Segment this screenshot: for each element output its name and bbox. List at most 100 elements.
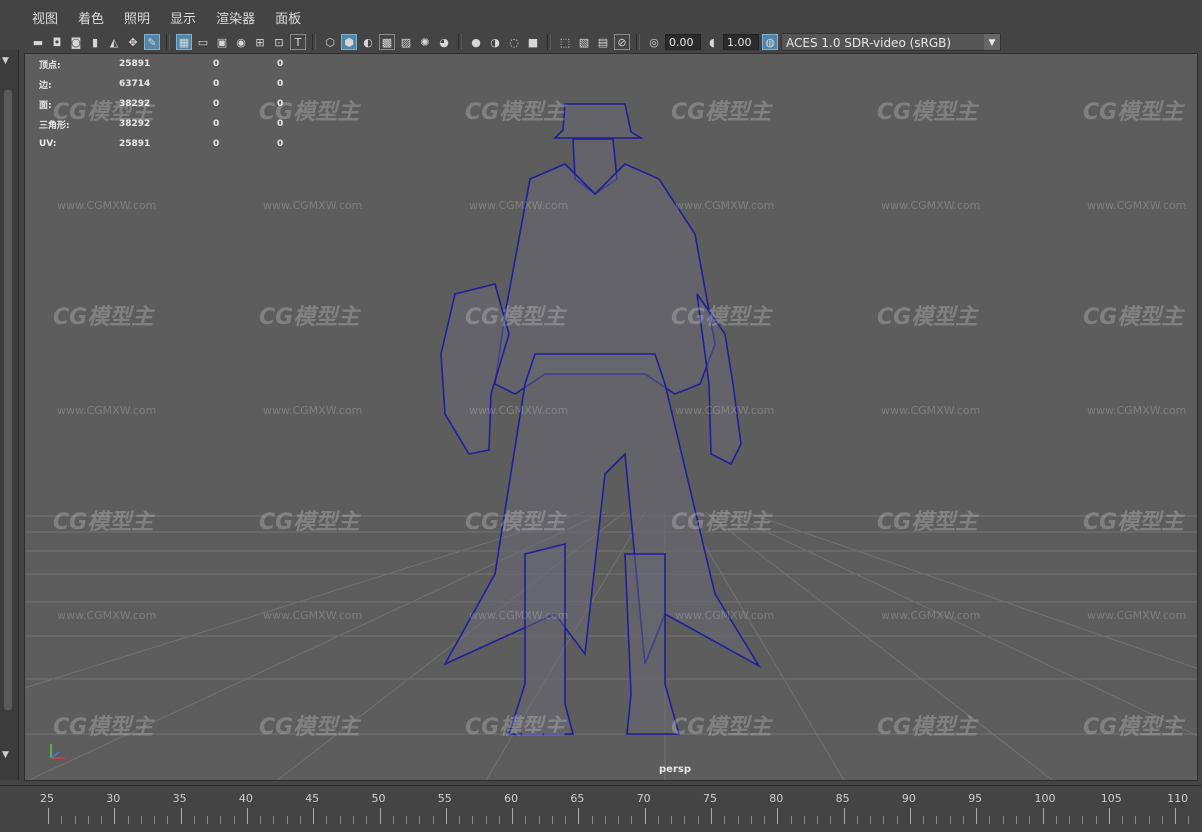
screen-space-ao-icon[interactable]: ● — [468, 34, 484, 50]
gamma-icon[interactable]: ◖ — [704, 34, 720, 50]
depth-of-field-icon[interactable]: ■ — [525, 34, 541, 50]
timeline-minor-tick — [433, 816, 434, 824]
hud-value: 0 — [277, 59, 317, 69]
motion-blur-icon[interactable]: ◑ — [487, 34, 503, 50]
timeline-minor-tick — [618, 816, 619, 824]
hud-label: 三角形: — [39, 118, 119, 131]
timeline-minor-tick — [539, 816, 540, 824]
timeline-minor-tick — [1056, 816, 1057, 824]
menu-panels[interactable]: 面板 — [265, 9, 311, 31]
timeline-minor-tick — [936, 816, 937, 824]
timeline-minor-tick — [963, 816, 964, 824]
timeline-tick-label: 35 — [173, 792, 187, 805]
timeline-minor-tick — [1188, 816, 1189, 824]
menu-shading[interactable]: 着色 — [68, 9, 114, 31]
toolbar-divider — [166, 34, 170, 50]
timeline-minor-tick — [75, 816, 76, 824]
timeline-tick-label: 95 — [968, 792, 982, 805]
timeline-minor-tick — [154, 816, 155, 824]
exposure-icon[interactable]: ◎ — [646, 34, 662, 50]
color-management-icon[interactable]: ◍ — [762, 34, 778, 50]
exposure-field[interactable]: 0.00 — [665, 34, 701, 50]
film-gate-icon[interactable]: ▭ — [195, 34, 211, 50]
timeline-tick-mark — [512, 808, 513, 824]
timeline-tick-label: 30 — [106, 792, 120, 805]
hud-value: 63714 — [119, 79, 213, 89]
shadows-icon[interactable]: ◕ — [436, 34, 452, 50]
color-space-value: ACES 1.0 SDR-video (sRGB) — [786, 34, 951, 50]
timeline-tick-label: 85 — [836, 792, 850, 805]
timeline-minor-tick — [472, 816, 473, 824]
hud-value: 0 — [277, 139, 317, 149]
timeline-minor-tick — [419, 816, 420, 824]
timeline-minor-tick — [724, 816, 725, 824]
scroll-up-icon[interactable]: ▼ — [2, 56, 9, 66]
resolution-gate-icon[interactable]: ▣ — [214, 34, 230, 50]
panel-toolbar: ▬ ◘ ◙ ▮ ◭ ✥ ✎ ▦ ▭ ▣ ◉ ⊞ ⊡ T ⬡ ⬢ ◐ ▩ ▨ ✺ … — [22, 31, 1202, 53]
multisample-aa-icon[interactable]: ◌ — [506, 34, 522, 50]
field-chart-icon[interactable]: ⊞ — [252, 34, 268, 50]
xray-active-components-icon[interactable]: ⊘ — [614, 34, 630, 50]
timeline-minor-tick — [167, 816, 168, 824]
timeline-tick-label: 60 — [504, 792, 518, 805]
timeline-minor-tick — [565, 816, 566, 824]
timeline-minor-tick — [1069, 816, 1070, 824]
timeline-minor-tick — [751, 816, 752, 824]
timeline-tick-mark — [844, 808, 845, 824]
gamma-field[interactable]: 1.00 — [723, 34, 759, 50]
timeline-minor-tick — [340, 816, 341, 824]
timeline-minor-tick — [300, 816, 301, 824]
menu-lighting[interactable]: 照明 — [114, 9, 160, 31]
timeline-minor-tick — [459, 816, 460, 824]
timeline-tick-mark — [910, 808, 911, 824]
lock-camera-icon[interactable]: ◘ — [49, 34, 65, 50]
default-material-icon[interactable]: ◐ — [360, 34, 376, 50]
perspective-viewport[interactable]: 顶点: 25891 0 0 边: 63714 0 0 面: 38292 0 0 … — [24, 53, 1198, 781]
safe-title-icon[interactable]: T — [290, 34, 306, 50]
hud-value: 38292 — [119, 99, 213, 109]
timeline-tick-label: 110 — [1167, 792, 1188, 805]
image-plane-icon[interactable]: ◭ — [106, 34, 122, 50]
toolbar-divider — [458, 34, 462, 50]
timeline-minor-tick — [698, 816, 699, 824]
use-lights-icon[interactable]: ✺ — [417, 34, 433, 50]
grid-icon[interactable]: ▦ — [176, 34, 192, 50]
timeline-minor-tick — [128, 816, 129, 824]
timeline-tick-mark — [313, 808, 314, 824]
camera-name-label: persp — [659, 764, 691, 775]
grease-pencil-icon[interactable]: ✎ — [144, 34, 160, 50]
time-ruler[interactable]: 253035404550556065707580859095100105110 — [0, 786, 1202, 832]
menu-view[interactable]: 视图 — [22, 9, 68, 31]
timeline-minor-tick — [950, 816, 951, 824]
timeline-tick-mark — [711, 808, 712, 824]
camera-icon[interactable]: ▬ — [30, 34, 46, 50]
camera-attributes-icon[interactable]: ◙ — [68, 34, 84, 50]
timeline-minor-tick — [141, 816, 142, 824]
hud-row-faces: 面: 38292 0 0 — [39, 94, 317, 114]
xray-icon[interactable]: ▧ — [576, 34, 592, 50]
timeline-tick-label: 80 — [769, 792, 783, 805]
timeline-minor-tick — [817, 816, 818, 824]
hud-row-triangles: 三角形: 38292 0 0 — [39, 114, 317, 134]
two-d-pan-icon[interactable]: ✥ — [125, 34, 141, 50]
wireframe-icon[interactable]: ⬡ — [322, 34, 338, 50]
time-slider[interactable]: 253035404550556065707580859095100105110 — [0, 785, 1202, 832]
timeline-tick-mark — [976, 808, 977, 824]
timeline-tick-label: 90 — [902, 792, 916, 805]
scroll-down-icon[interactable]: ▼ — [2, 750, 9, 760]
menu-show[interactable]: 显示 — [160, 9, 206, 31]
timeline-minor-tick — [61, 816, 62, 824]
smooth-shade-icon[interactable]: ⬢ — [341, 34, 357, 50]
textured-icon[interactable]: ▨ — [398, 34, 414, 50]
menu-renderer[interactable]: 渲染器 — [206, 9, 265, 31]
xray-joints-icon[interactable]: ▤ — [595, 34, 611, 50]
hud-value: 0 — [213, 79, 277, 89]
wireframe-on-shaded-icon[interactable]: ▩ — [379, 34, 395, 50]
safe-action-icon[interactable]: ⊡ — [271, 34, 287, 50]
bookmark-icon[interactable]: ▮ — [87, 34, 103, 50]
gate-mask-icon[interactable]: ◉ — [233, 34, 249, 50]
color-space-select[interactable]: ACES 1.0 SDR-video (sRGB) ▼ — [781, 33, 1001, 51]
isolate-select-icon[interactable]: ⬚ — [557, 34, 573, 50]
timeline-minor-tick — [1016, 816, 1017, 824]
vertical-scrollbar[interactable] — [4, 90, 12, 710]
